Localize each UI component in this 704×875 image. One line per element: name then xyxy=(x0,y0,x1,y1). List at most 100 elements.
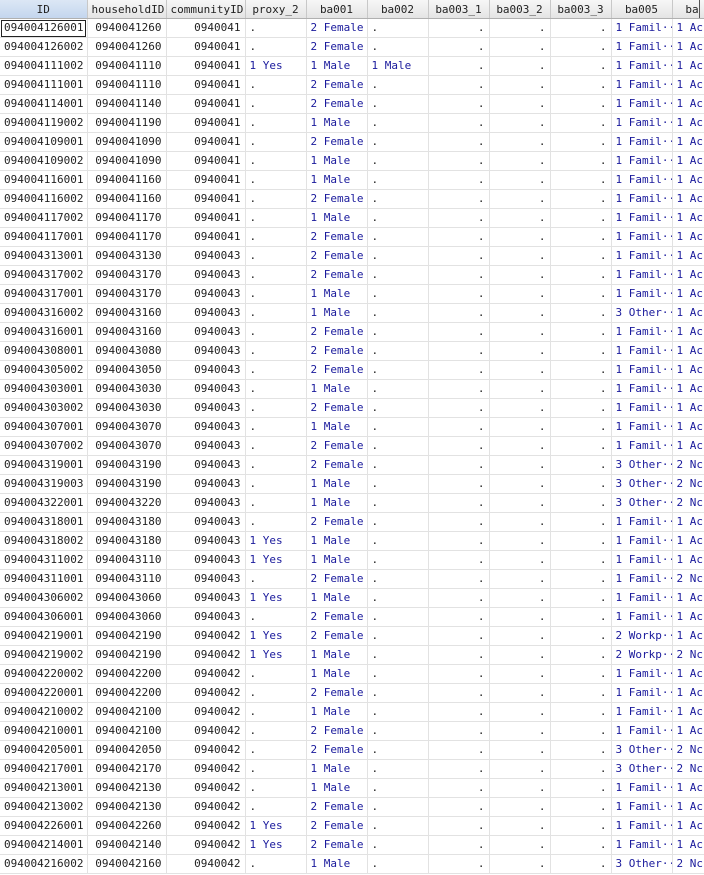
ba002-cell[interactable]: . xyxy=(367,474,429,494)
proxy-2-cell[interactable]: . xyxy=(245,208,307,228)
householdid-cell[interactable]: 0940042100 xyxy=(87,702,167,722)
ba005-cell[interactable]: 1 Famil··· xyxy=(611,607,673,627)
table-row[interactable]: 094004109001 0940041090 0940041. 2 Female..… xyxy=(0,132,704,152)
ba005-cell[interactable]: 1 Famil··· xyxy=(611,18,673,38)
id-cell[interactable]: 094004111001 xyxy=(0,75,88,95)
column-header-householdid[interactable]: householdID xyxy=(87,0,167,19)
proxy-2-cell[interactable]: 1 Yes xyxy=(245,645,307,665)
table-row[interactable]: 094004114001 0940041140 0940041. 2 Female..… xyxy=(0,94,704,114)
proxy-2-cell[interactable]: . xyxy=(245,455,307,475)
ba-cell[interactable]: 1 Ac xyxy=(672,132,704,152)
id-cell[interactable]: 094004319003 xyxy=(0,474,88,494)
ba001-cell[interactable]: 2 Female xyxy=(306,569,368,589)
ba005-cell[interactable]: 1 Famil··· xyxy=(611,341,673,361)
ba003-1-cell[interactable]: . xyxy=(428,284,490,304)
table-row[interactable]: 094004111001 0940041110 0940041. 2 Female..… xyxy=(0,75,704,95)
ba001-cell[interactable]: 2 Female xyxy=(306,360,368,380)
id-cell[interactable]: 094004316002 xyxy=(0,303,88,323)
table-row[interactable]: 094004111002 0940041110 0940041 1 Yes 1 Male… xyxy=(0,56,704,76)
ba001-cell[interactable]: 2 Female xyxy=(306,455,368,475)
ba-cell[interactable]: 2 Nc xyxy=(672,474,704,494)
ba003-3-cell[interactable]: . xyxy=(550,246,612,266)
table-row[interactable]: 094004319003 0940043190 0940043. 1 Male....… xyxy=(0,474,704,494)
ba003-1-cell[interactable]: . xyxy=(428,436,490,456)
ba-cell[interactable]: 1 Ac xyxy=(672,588,704,608)
ba003-3-cell[interactable]: . xyxy=(550,645,612,665)
ba005-cell[interactable]: 1 Famil··· xyxy=(611,702,673,722)
id-cell[interactable]: 094004306001 xyxy=(0,607,88,627)
table-row[interactable]: 094004116002 0940041160 0940041. 2 Female..… xyxy=(0,189,704,209)
ba-cell[interactable]: 1 Ac xyxy=(672,18,704,38)
ba003-1-cell[interactable]: . xyxy=(428,360,490,380)
id-cell[interactable]: 094004322001 xyxy=(0,493,88,513)
ba001-cell[interactable]: 2 Female xyxy=(306,607,368,627)
proxy-2-cell[interactable]: 1 Yes xyxy=(245,588,307,608)
ba003-2-cell[interactable]: . xyxy=(489,740,551,760)
table-row[interactable]: 094004303002 0940043030 0940043. 2 Female..… xyxy=(0,398,704,418)
table-row[interactable]: 094004307001 0940043070 0940043. 1 Male....… xyxy=(0,417,704,437)
ba005-cell[interactable]: 3 Other··· xyxy=(611,303,673,323)
ba005-cell[interactable]: 1 Famil··· xyxy=(611,113,673,133)
proxy-2-cell[interactable]: . xyxy=(245,854,307,874)
proxy-2-cell[interactable]: . xyxy=(245,284,307,304)
proxy-2-cell[interactable]: . xyxy=(245,189,307,209)
id-cell[interactable]: 094004116002 xyxy=(0,189,88,209)
householdid-cell[interactable]: 0940043110 xyxy=(87,569,167,589)
table-row[interactable]: 094004214001 0940042140 0940042 1 Yes 2 Fema… xyxy=(0,835,704,855)
ba001-cell[interactable]: 2 Female xyxy=(306,797,368,817)
communityid-cell[interactable]: 0940042 xyxy=(166,626,246,646)
ba002-cell[interactable]: . xyxy=(367,512,429,532)
ba003-3-cell[interactable]: . xyxy=(550,398,612,418)
householdid-cell[interactable]: 0940041160 xyxy=(87,189,167,209)
table-row[interactable]: 094004305002 0940043050 0940043. 2 Female..… xyxy=(0,360,704,380)
ba003-1-cell[interactable]: . xyxy=(428,702,490,722)
id-cell[interactable]: 094004114001 xyxy=(0,94,88,114)
ba003-3-cell[interactable]: . xyxy=(550,284,612,304)
column-header-ba001[interactable]: ba001 xyxy=(306,0,368,19)
householdid-cell[interactable]: 0940042200 xyxy=(87,683,167,703)
ba002-cell[interactable]: . xyxy=(367,208,429,228)
id-cell[interactable]: 094004117001 xyxy=(0,227,88,247)
householdid-cell[interactable]: 0940042160 xyxy=(87,854,167,874)
ba005-cell[interactable]: 1 Famil··· xyxy=(611,588,673,608)
ba002-cell[interactable]: . xyxy=(367,664,429,684)
ba003-2-cell[interactable]: . xyxy=(489,151,551,171)
proxy-2-cell[interactable]: . xyxy=(245,512,307,532)
id-cell[interactable]: 094004317002 xyxy=(0,265,88,285)
ba003-2-cell[interactable]: . xyxy=(489,474,551,494)
householdid-cell[interactable]: 0940042050 xyxy=(87,740,167,760)
ba-cell[interactable]: 2 Nc xyxy=(672,569,704,589)
ba-cell[interactable]: 1 Ac xyxy=(672,265,704,285)
proxy-2-cell[interactable]: . xyxy=(245,569,307,589)
ba003-3-cell[interactable]: . xyxy=(550,493,612,513)
table-row[interactable]: 094004117001 0940041170 0940041. 2 Female..… xyxy=(0,227,704,247)
ba005-cell[interactable]: 1 Famil··· xyxy=(611,284,673,304)
ba003-2-cell[interactable]: . xyxy=(489,189,551,209)
id-cell[interactable]: 094004308001 xyxy=(0,341,88,361)
ba003-1-cell[interactable]: . xyxy=(428,189,490,209)
ba003-1-cell[interactable]: . xyxy=(428,75,490,95)
communityid-cell[interactable]: 0940043 xyxy=(166,588,246,608)
ba-cell[interactable]: 1 Ac xyxy=(672,398,704,418)
table-row[interactable]: 094004205001 0940042050 0940042. 2 Female..… xyxy=(0,740,704,760)
id-cell[interactable]: 094004316001 xyxy=(0,322,88,342)
householdid-cell[interactable]: 0940041170 xyxy=(87,208,167,228)
ba002-cell[interactable]: . xyxy=(367,322,429,342)
ba003-3-cell[interactable]: . xyxy=(550,75,612,95)
ba-cell[interactable]: 2 Nc xyxy=(672,455,704,475)
ba001-cell[interactable]: 2 Female xyxy=(306,227,368,247)
householdid-cell[interactable]: 0940043070 xyxy=(87,417,167,437)
ba003-3-cell[interactable]: . xyxy=(550,113,612,133)
ba-cell[interactable]: 2 Nc xyxy=(672,493,704,513)
ba003-1-cell[interactable]: . xyxy=(428,18,490,38)
ba001-cell[interactable]: 2 Female xyxy=(306,512,368,532)
ba001-cell[interactable]: 2 Female xyxy=(306,18,368,38)
ba002-cell[interactable]: . xyxy=(367,759,429,779)
ba-cell[interactable]: 1 Ac xyxy=(672,94,704,114)
ba002-cell[interactable]: . xyxy=(367,417,429,437)
communityid-cell[interactable]: 0940041 xyxy=(166,18,246,38)
householdid-cell[interactable]: 0940043070 xyxy=(87,436,167,456)
ba003-2-cell[interactable]: . xyxy=(489,797,551,817)
table-row[interactable]: 094004306002 0940043060 0940043 1 Yes 1 Male… xyxy=(0,588,704,608)
ba001-cell[interactable]: 1 Male xyxy=(306,531,368,551)
